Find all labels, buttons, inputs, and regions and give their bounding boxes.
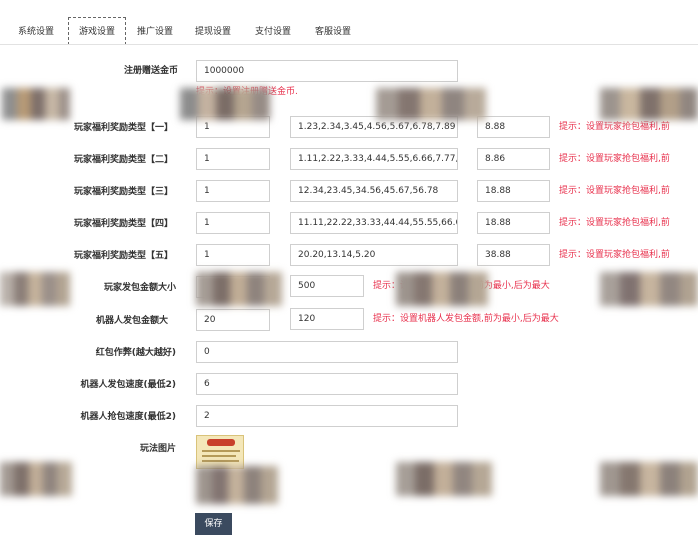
tabs-divider	[0, 44, 698, 45]
robot-send-speed-label: 机器人发包速度(最低2)	[80, 380, 177, 390]
reward-type-2-count-input[interactable]: 1	[196, 148, 270, 170]
save-button[interactable]: 保存	[195, 513, 232, 535]
mosaic-watermark	[196, 272, 282, 306]
reward-type-2-label: 玩家福利奖励类型【二】	[73, 155, 173, 165]
reward-type-4-hint: 提示：设置玩家抢包福利,前	[559, 218, 670, 228]
mosaic-watermark	[600, 272, 698, 306]
mosaic-watermark	[376, 88, 486, 120]
player-packet-range-label: 玩家发包金额大小	[103, 283, 176, 293]
mosaic-watermark	[0, 272, 70, 306]
reward-type-4-label: 玩家福利奖励类型【四】	[73, 219, 173, 229]
reward-type-5-rate-input[interactable]: 38.88	[477, 244, 550, 266]
register-gold-input[interactable]: 1000000	[196, 60, 458, 82]
reward-type-3-rate-input[interactable]: 18.88	[477, 180, 550, 202]
reward-type-3-count-input[interactable]: 1	[196, 180, 270, 202]
reward-type-4-amounts-input[interactable]: 11.11,22.22,33.33,44.44,55.55,66.66	[290, 212, 458, 234]
player-packet-max-input[interactable]: 500	[290, 275, 364, 297]
reward-type-3-label: 玩家福利奖励类型【三】	[73, 187, 173, 197]
robot-grab-speed-input[interactable]: 2	[196, 405, 458, 427]
tab-payment-settings[interactable]: 支付设置	[249, 22, 297, 42]
tab-system-settings[interactable]: 系统设置	[12, 22, 60, 42]
reward-type-4-rate-input[interactable]: 18.88	[477, 212, 550, 234]
reward-type-4-count-input[interactable]: 1	[196, 212, 270, 234]
mosaic-watermark	[2, 88, 70, 120]
register-gold-label: 注册赠送金币	[123, 66, 178, 76]
robot-grab-speed-label: 机器人抢包速度(最低2)	[80, 412, 177, 422]
robot-packet-min-input[interactable]: 20	[196, 309, 270, 331]
tab-game-settings[interactable]: 游戏设置	[68, 17, 126, 45]
reward-type-3-hint: 提示：设置玩家抢包福利,前	[559, 186, 670, 196]
cheat-input[interactable]: 0	[196, 341, 458, 363]
cheat-label: 红包作弊(越大越好)	[95, 348, 176, 358]
robot-send-speed-input[interactable]: 6	[196, 373, 458, 395]
mosaic-watermark	[600, 462, 698, 496]
play-image-thumbnail[interactable]	[196, 435, 244, 469]
reward-type-5-amounts-input[interactable]: 20.20,13.14,5.20	[290, 244, 458, 266]
reward-type-5-label: 玩家福利奖励类型【五】	[73, 251, 173, 261]
tab-withdraw-settings[interactable]: 提现设置	[189, 22, 237, 42]
mosaic-watermark	[196, 466, 278, 504]
robot-packet-max-input[interactable]: 120	[290, 308, 364, 330]
reward-type-1-hint: 提示：设置玩家抢包福利,前	[559, 122, 670, 132]
reward-type-5-hint: 提示：设置玩家抢包福利,前	[559, 250, 670, 260]
reward-type-5-count-input[interactable]: 1	[196, 244, 270, 266]
thumb-text-line	[202, 455, 236, 457]
thumb-text-line	[202, 450, 240, 452]
reward-type-2-amounts-input[interactable]: 1.11,2.22,3.33,4.44,5.55,6.66,7.77,8.88	[290, 148, 458, 170]
mosaic-watermark	[396, 462, 492, 496]
tab-service-settings[interactable]: 客服设置	[309, 22, 357, 42]
thumb-text-line	[202, 460, 239, 462]
reward-type-1-rate-input[interactable]: 8.88	[477, 116, 550, 138]
mosaic-watermark	[180, 88, 270, 120]
tab-promotion-settings[interactable]: 推广设置	[131, 22, 179, 42]
robot-packet-range-hint: 提示：设置机器人发包金额,前为最小,后为最大	[373, 314, 559, 324]
mosaic-watermark	[396, 272, 488, 306]
settings-tabs: 系统设置 游戏设置 推广设置 提现设置 支付设置 客服设置	[0, 0, 698, 45]
reward-type-1-label: 玩家福利奖励类型【一】	[73, 123, 173, 133]
reward-type-2-rate-input[interactable]: 8.86	[477, 148, 550, 170]
thumb-title-banner	[207, 439, 235, 446]
play-image-label: 玩法图片	[139, 444, 176, 454]
reward-type-2-hint: 提示：设置玩家抢包福利,前	[559, 154, 670, 164]
reward-type-3-amounts-input[interactable]: 12.34,23.45,34.56,45.67,56.78	[290, 180, 458, 202]
robot-packet-range-label: 机器人发包金额大	[95, 316, 168, 326]
mosaic-watermark	[600, 88, 698, 120]
mosaic-watermark	[0, 462, 72, 496]
